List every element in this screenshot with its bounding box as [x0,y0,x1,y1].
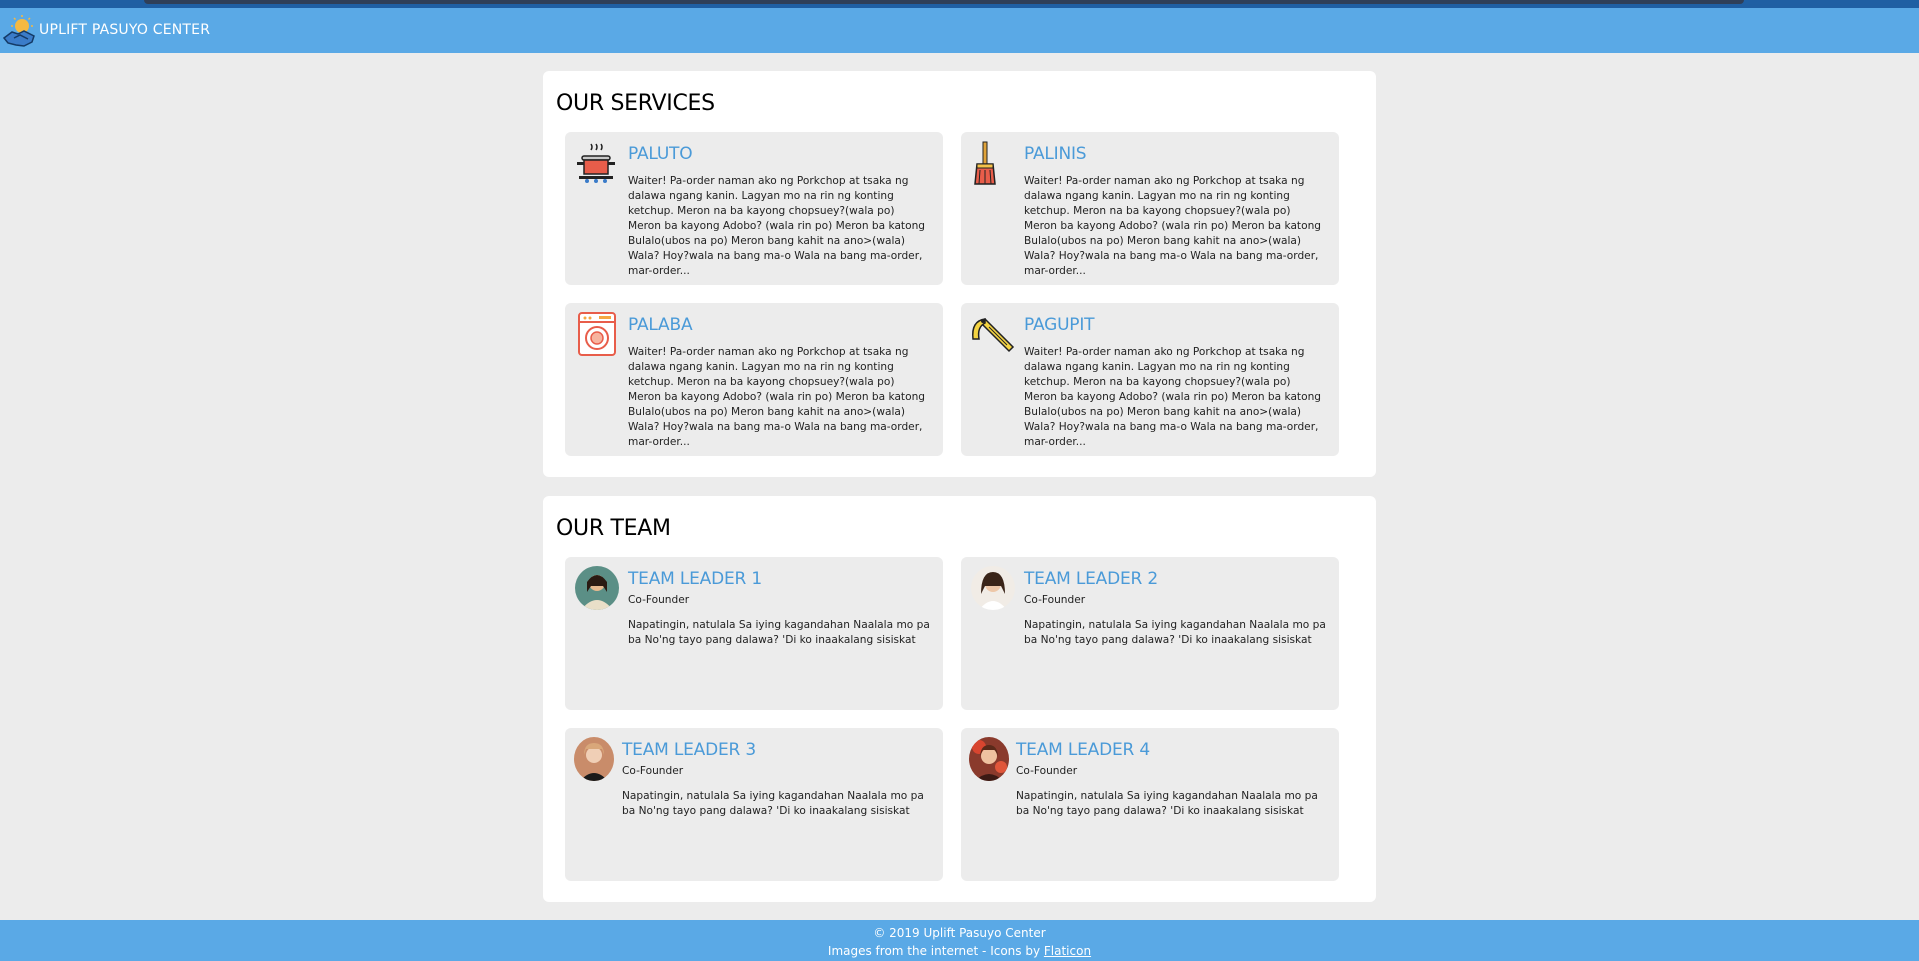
member-role: Co-Founder [1024,594,1086,606]
team-card-1[interactable]: TEAM LEADER 1 Co-Founder Napatingin, nat… [565,557,943,710]
copyright-text: © 2019 Uplift Pasuyo Center [873,926,1046,940]
services-panel: OUR SERVICES PALUTO Waiter! Pa-order nam… [543,71,1376,477]
broom-icon [969,140,1015,186]
site-header: UPLIFT PASUYO CENTER [0,8,1919,53]
credits-line: Images from the internet - Icons by Flat… [0,942,1919,960]
member-bio: Napatingin, natulala Sa iying kagandahan… [622,790,924,817]
member-name[interactable]: TEAM LEADER 2 [1024,569,1158,589]
team-card-2[interactable]: TEAM LEADER 2 Co-Founder Napatingin, nat… [961,557,1339,710]
service-description: Waiter! Pa-order naman ako ng Porkchop a… [628,175,926,277]
top-strip-bar [144,0,1744,4]
service-description: Waiter! Pa-order naman ako ng Porkchop a… [628,346,926,448]
service-description: Waiter! Pa-order naman ako ng Porkchop a… [1024,175,1322,277]
service-description: Waiter! Pa-order naman ako ng Porkchop a… [1024,346,1322,448]
razor-icon [969,311,1015,357]
cooking-pot-icon [573,140,619,186]
avatar [969,737,1009,781]
member-bio: Napatingin, natulala Sa iying kagandahan… [1016,790,1318,817]
member-bio: Napatingin, natulala Sa iying kagandahan… [628,619,930,646]
service-card-palaba[interactable]: PALABA Waiter! Pa-order naman ako ng Por… [565,303,943,456]
washing-machine-icon [573,311,619,357]
credits-text: Images from the internet - Icons by [827,944,1044,958]
avatar [574,737,614,781]
site-footer: © 2019 Uplift Pasuyo Center Images from … [0,920,1919,961]
flaticon-link[interactable]: Flaticon [1044,944,1091,958]
avatar [575,566,619,610]
services-heading: OUR SERVICES [556,91,715,116]
handshake-sun-icon[interactable] [2,14,40,50]
avatar [971,566,1015,610]
site-title[interactable]: UPLIFT PASUYO CENTER [39,22,210,38]
team-panel: OUR TEAM TEAM LEADER 1 Co-Founder Napati… [543,496,1376,902]
service-card-palinis[interactable]: PALINIS Waiter! Pa-order naman ako ng Po… [961,132,1339,285]
browser-top-strip [0,0,1919,8]
service-title[interactable]: PAGUPIT [1024,315,1095,335]
service-card-paluto[interactable]: PALUTO Waiter! Pa-order naman ako ng Por… [565,132,943,285]
team-card-3[interactable]: TEAM LEADER 3 Co-Founder Napatingin, nat… [565,728,943,881]
member-role: Co-Founder [628,594,690,606]
service-card-pagupit[interactable]: PAGUPIT Waiter! Pa-order naman ako ng Po… [961,303,1339,456]
team-card-4[interactable]: TEAM LEADER 4 Co-Founder Napatingin, nat… [961,728,1339,881]
service-title[interactable]: PALUTO [628,144,693,164]
service-title[interactable]: PALINIS [1024,144,1087,164]
team-heading: OUR TEAM [556,516,671,541]
member-role: Co-Founder [622,765,684,777]
service-title[interactable]: PALABA [628,315,693,335]
member-name[interactable]: TEAM LEADER 4 [1016,740,1150,760]
member-bio: Napatingin, natulala Sa iying kagandahan… [1024,619,1326,646]
member-role: Co-Founder [1016,765,1078,777]
member-name[interactable]: TEAM LEADER 3 [622,740,756,760]
member-name[interactable]: TEAM LEADER 1 [628,569,762,589]
